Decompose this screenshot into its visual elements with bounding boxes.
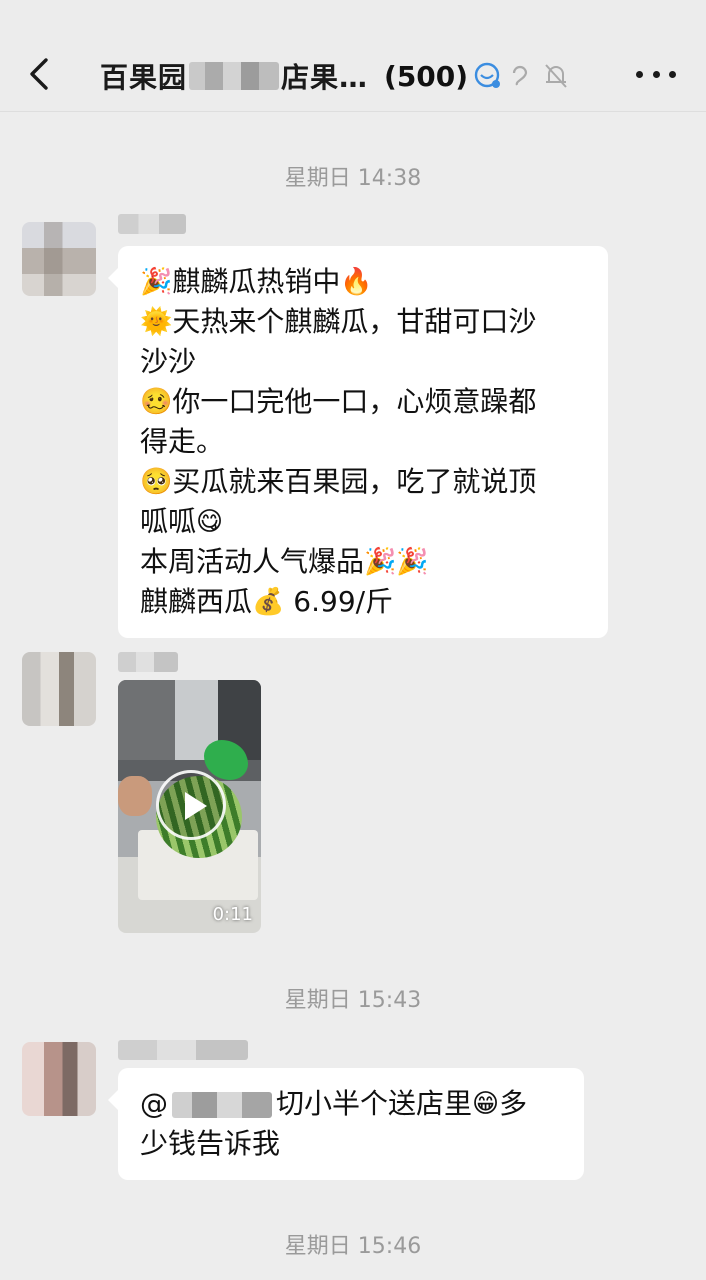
- message-line: 少钱告诉我: [140, 1127, 281, 1160]
- member-count: (500): [384, 59, 469, 93]
- message-line: 本周活动人气爆品🎉🎉: [140, 542, 586, 582]
- money-bag-icon: 💰: [252, 587, 285, 617]
- video-message[interactable]: 0:11: [118, 680, 261, 933]
- message-line: @ 切小半个送店里😁多: [140, 1084, 562, 1124]
- message-line: 沙沙: [140, 345, 197, 378]
- message-line: 麒麟西瓜💰 6.99/斤: [140, 582, 586, 622]
- timestamp: 星期日 15:46: [284, 1234, 422, 1259]
- message-line: 🎉麒麟瓜热销中🔥: [140, 262, 586, 302]
- chat-title-prefix: 百果园: [100, 61, 188, 94]
- chat-title[interactable]: 百果园 店果… (500): [100, 56, 570, 96]
- status-icons: [472, 61, 570, 91]
- message-line: 🥴你一口完他一口，心烦意躁都: [140, 382, 586, 422]
- sender-name-redacted: [118, 214, 186, 234]
- party-popper-icon: 🎉: [140, 267, 173, 297]
- grin-face-icon: 😁: [472, 1089, 500, 1119]
- video-duration: 0:11: [212, 904, 253, 925]
- mention-redaction: [172, 1092, 272, 1118]
- chat-header: 百果园 店果… (500): [0, 0, 706, 112]
- party-popper-icon: 🎉🎉: [364, 547, 429, 577]
- timestamp: 星期日 14:38: [284, 166, 422, 191]
- message-line: 得走。: [140, 425, 225, 458]
- mute-bell-icon: [545, 64, 567, 88]
- more-icon: [636, 70, 643, 78]
- play-icon[interactable]: [156, 770, 226, 840]
- more-button[interactable]: [636, 62, 676, 86]
- promo-message-bubble[interactable]: 🎉麒麟瓜热销中🔥 🌞天热来个麒麟瓜，甘甜可口沙 沙沙 🥴你一口完他一口，心烦意躁…: [108, 246, 608, 638]
- message-line: 呱呱😋: [140, 502, 586, 542]
- avatar[interactable]: [22, 652, 96, 726]
- fire-icon: 🔥: [340, 267, 373, 297]
- group-bot-icon: [474, 62, 501, 88]
- reply-message-bubble[interactable]: @ 切小半个送店里😁多 少钱告诉我: [108, 1068, 584, 1180]
- chat-title-suffix: 店果…: [281, 61, 369, 94]
- sender-name-redacted: [118, 1040, 248, 1060]
- pleading-face-icon: 🥺: [140, 467, 173, 497]
- timestamp: 星期日 15:43: [284, 988, 422, 1013]
- avatar[interactable]: [22, 1042, 96, 1116]
- message-line: 🥺买瓜就来百果园，吃了就说顶: [140, 462, 586, 502]
- message-line: 🌞天热来个麒麟瓜，甘甜可口沙: [140, 302, 586, 342]
- ear-icon: [512, 65, 528, 86]
- back-icon: [30, 58, 48, 90]
- woozy-face-icon: 🥴: [140, 387, 173, 417]
- sun-icon: 🌞: [140, 307, 173, 337]
- sender-name-redacted: [118, 652, 178, 672]
- back-button[interactable]: [20, 52, 60, 96]
- yum-face-icon: 😋: [196, 507, 224, 537]
- title-redaction: [189, 62, 280, 90]
- avatar[interactable]: [22, 222, 96, 296]
